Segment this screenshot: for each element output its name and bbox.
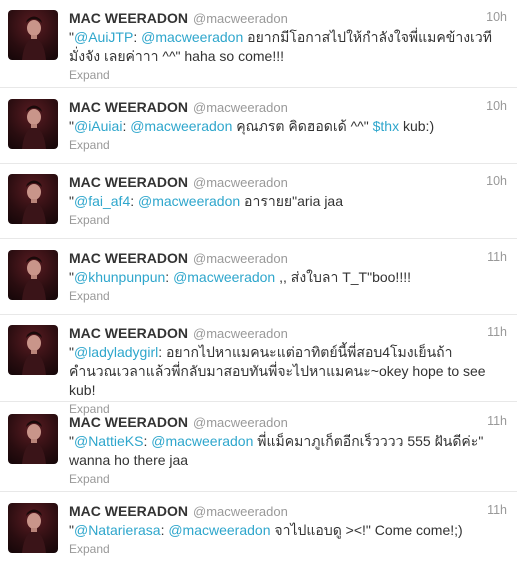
cashtag-link[interactable]: $thx [373,118,399,134]
full-name[interactable]: MAC WEERADON [69,10,188,26]
mention-link[interactable]: @macweeradon [173,269,275,285]
timestamp[interactable]: 11h [487,414,507,428]
mention-link[interactable]: @fai_af4 [74,193,130,209]
tweet-text: "@ladyladygirl: อยากไปหาแมคนะแต่อาทิตย์น… [69,343,517,400]
tweet-text-fragment: : [165,269,174,285]
tweet-text: "@Natarierasa: @macweeradon จาไปแอบดู ><… [69,521,517,540]
tweet-text: "@iAuiai: @macweeradon คุณภรต คิดฮอดเด้ … [69,117,517,136]
user-photo-icon [22,256,46,300]
full-name[interactable]: MAC WEERADON [69,414,188,430]
tweet-text-fragment: อารายย"aria jaa [240,193,344,209]
tweet-text-fragment: จาไปแอบดู ><!" Come come!;) [270,522,463,538]
tweet[interactable]: MAC WEERADON @macweeradon 11h "@ladylady… [0,315,517,416]
user-photo-icon [22,180,46,224]
expand-link[interactable]: Expand [69,138,517,152]
tweet-text: "@AuiJTP: @macweeradon อยากมีโอกาสไปให้ก… [69,28,517,66]
tweet[interactable]: MAC WEERADON @macweeradon 11h "@Natarier… [0,492,517,575]
full-name[interactable]: MAC WEERADON [69,325,188,341]
user-photo-icon [22,509,46,553]
mention-link[interactable]: @AuiJTP [74,29,133,45]
mention-link[interactable]: @khunpunpun [74,269,165,285]
username[interactable]: @macweeradon [193,326,288,341]
expand-link[interactable]: Expand [69,213,517,227]
user-photo-icon [22,331,46,375]
avatar[interactable] [8,414,58,464]
avatar[interactable] [8,174,58,224]
avatar[interactable] [8,325,58,375]
tweet-text: "@NattieKS: @macweeradon พี่แม็คมาภูเก็ต… [69,432,517,470]
mention-link[interactable]: @Natarierasa [74,522,161,538]
avatar[interactable] [8,250,58,300]
expand-link[interactable]: Expand [69,68,517,82]
avatar[interactable] [8,10,58,60]
username[interactable]: @macweeradon [193,504,288,519]
user-photo-icon [22,16,46,60]
tweet[interactable]: MAC WEERADON @macweeradon 11h "@khunpunp… [0,239,517,315]
mention-link[interactable]: @macweeradon [141,29,243,45]
tweet-text-fragment: kub:) [399,118,435,134]
username[interactable]: @macweeradon [193,100,288,115]
username[interactable]: @macweeradon [193,11,288,26]
tweet[interactable]: MAC WEERADON @macweeradon 11h "@NattieKS… [0,402,517,492]
mention-link[interactable]: @macweeradon [130,118,232,134]
tweet-text-fragment: คุณภรต คิดฮอดเด้ ^^" [232,118,373,134]
tweet-text: "@fai_af4: @macweeradon อารายย"aria jaa [69,192,517,211]
user-photo-icon [22,105,46,149]
username[interactable]: @macweeradon [193,415,288,430]
mention-link[interactable]: @ladyladygirl [74,344,158,360]
timestamp[interactable]: 11h [487,250,507,264]
tweet-timeline: MAC WEERADON @macweeradon 10h "@AuiJTP: … [0,0,517,575]
mention-link[interactable]: @macweeradon [168,522,270,538]
mention-link[interactable]: @iAuiai [74,118,122,134]
full-name[interactable]: MAC WEERADON [69,503,188,519]
mention-link[interactable]: @macweeradon [151,433,253,449]
timestamp[interactable]: 10h [486,174,507,188]
timestamp[interactable]: 11h [487,325,507,339]
expand-link[interactable]: Expand [69,289,517,303]
avatar[interactable] [8,503,58,553]
tweet[interactable]: MAC WEERADON @macweeradon 10h "@AuiJTP: … [0,0,517,88]
tweet-text-fragment: : [130,193,139,209]
avatar[interactable] [8,99,58,149]
expand-link[interactable]: Expand [69,472,517,486]
tweet-text-fragment: ,, ส่งใบลา T_T"boo!!!! [275,269,411,285]
full-name[interactable]: MAC WEERADON [69,174,188,190]
full-name[interactable]: MAC WEERADON [69,250,188,266]
tweet[interactable]: MAC WEERADON @macweeradon 10h "@iAuiai: … [0,88,517,164]
timestamp[interactable]: 10h [486,99,507,113]
tweet-text: "@khunpunpun: @macweeradon ,, ส่งใบลา T_… [69,268,517,287]
tweet-text-fragment: : [133,29,142,45]
mention-link[interactable]: @NattieKS [74,433,143,449]
timestamp[interactable]: 11h [487,503,507,517]
full-name[interactable]: MAC WEERADON [69,99,188,115]
mention-link[interactable]: @macweeradon [138,193,240,209]
username[interactable]: @macweeradon [193,251,288,266]
user-photo-icon [22,420,46,464]
tweet[interactable]: MAC WEERADON @macweeradon 10h "@fai_af4:… [0,164,517,239]
username[interactable]: @macweeradon [193,175,288,190]
timestamp[interactable]: 10h [486,10,507,24]
expand-link[interactable]: Expand [69,542,517,556]
